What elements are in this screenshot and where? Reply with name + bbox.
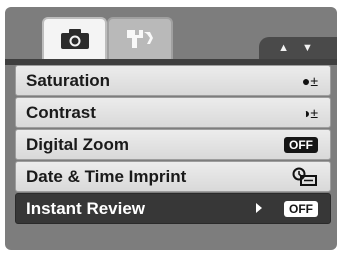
off-badge: OFF — [284, 137, 318, 153]
menu-item-label: Date & Time Imprint — [26, 167, 187, 186]
menu-item-label: Contrast — [26, 103, 96, 122]
menu-item-label: Instant Review — [26, 199, 146, 218]
tab-setup[interactable] — [107, 17, 173, 59]
menu-item-contrast[interactable]: Contrast ◑± — [15, 97, 331, 128]
wrench-icon — [127, 30, 153, 48]
tab-camera[interactable] — [42, 17, 107, 59]
off-badge: OFF — [284, 201, 318, 217]
date-imprint-icon — [292, 167, 317, 186]
submenu-arrow-icon — [256, 203, 262, 213]
page-scroll-arrows[interactable]: ▲ ▼ — [259, 37, 337, 59]
saturation-adjust-icon: ●± — [301, 73, 318, 89]
camera-menu-screen: ▲ ▼ Saturation ●± Contrast ◑± Digital Zo… — [5, 7, 337, 250]
contrast-adjust-icon: ◑± — [301, 105, 318, 121]
menu-item-date-time-imprint[interactable]: Date & Time Imprint — [15, 161, 331, 192]
menu-item-saturation[interactable]: Saturation ●± — [15, 65, 331, 96]
menu-item-label: Saturation — [26, 71, 111, 90]
menu-item-digital-zoom[interactable]: Digital Zoom OFF — [15, 129, 331, 160]
menu-item-instant-review[interactable]: Instant Review OFF — [15, 193, 331, 224]
settings-list: Saturation ●± Contrast ◑± Digital Zoom O… — [15, 65, 331, 225]
camera-icon — [60, 29, 89, 49]
menu-item-label: Digital Zoom — [26, 135, 129, 154]
